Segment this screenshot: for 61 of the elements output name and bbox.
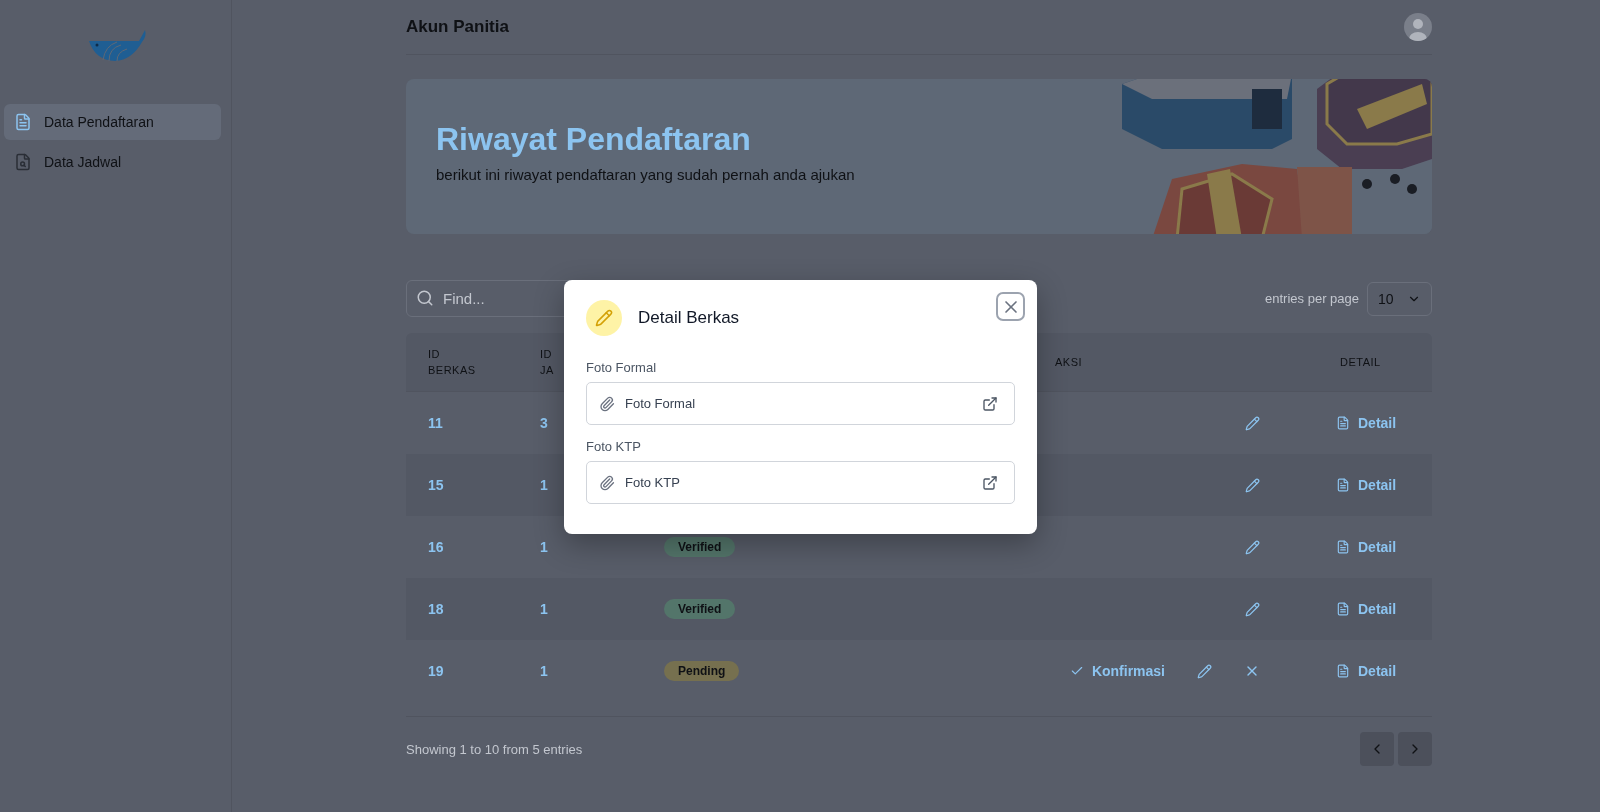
entries-select[interactable]: 10 [1367,281,1432,316]
edit-icon[interactable] [1245,539,1260,555]
detail-link[interactable]: Detail [1336,539,1397,555]
avatar[interactable] [1404,13,1432,41]
confirm-button[interactable]: Konfirmasi [1069,663,1165,679]
edit-icon[interactable] [1245,415,1260,431]
detail-link[interactable]: Detail [1336,601,1397,617]
column-header: AKSI [1054,355,1083,370]
sidebar-label: Data Pendaftaran [44,114,154,130]
detail-link[interactable]: Detail [1336,415,1397,431]
table-cell: 3 [540,415,548,431]
table-cell: 18 [428,601,444,617]
search-icon [416,289,434,307]
table-cell: 1 [540,477,548,493]
document-icon [1336,664,1350,678]
banner-title: Riwayat Pendaftaran [436,121,752,158]
table-cell: 1 [540,539,548,555]
file-field[interactable]: Foto Formal [586,382,1015,425]
edit-icon[interactable] [1245,601,1260,617]
field-label: Foto Formal [586,360,658,375]
sidebar-item[interactable]: Data Pendaftaran [4,104,221,140]
document-icon [1336,540,1350,554]
external-link-icon[interactable] [982,395,998,412]
table-cell: 19 [428,663,444,679]
detail-link[interactable]: Detail [1336,663,1397,679]
paperclip-icon [599,395,615,412]
file-name: Foto KTP [625,475,681,490]
check-icon [1069,664,1084,678]
table-cell: 1 [540,601,548,617]
sidebar-label: Data Jadwal [44,154,122,170]
pencil-icon [586,300,622,336]
banner-subtitle: berikut ini riwayat pendaftaran yang sudah pernah anda ajukan [436,166,856,183]
status-badge: Verified [664,599,736,619]
sidebar-item[interactable]: Data Jadwal [4,144,221,180]
entries-label: entries per page [1265,291,1359,306]
page-title: Akun Panitia [406,17,509,37]
close-button[interactable] [996,292,1025,321]
document-icon [1336,602,1350,616]
document-icon [1336,478,1350,492]
external-link-icon[interactable] [982,474,998,491]
paperclip-icon [599,474,615,491]
status-badge: Verified [664,537,736,557]
file-name: Foto Formal [625,396,697,411]
document-icon [14,113,32,131]
table-cell: 11 [428,415,443,431]
column-header: ID JA [539,347,554,378]
edit-icon[interactable] [1245,477,1260,493]
table-cell: 16 [428,539,444,555]
column-header: DETAIL [1339,355,1381,370]
file-field[interactable]: Foto KTP [586,461,1015,504]
detail-link[interactable]: Detail [1336,477,1397,493]
table-cell: 1 [540,663,548,679]
status-badge: Pending [664,661,740,681]
edit-icon[interactable] [1197,663,1212,679]
document-icon [1336,416,1350,430]
fish-logo [86,28,147,62]
field-label: Foto KTP [586,439,642,454]
column-header: ID BERKAS [427,347,476,378]
table-cell: 15 [428,477,444,493]
document-search-icon [14,153,32,171]
pagination-summary: Showing 1 to 10 from 5 entries [406,741,583,757]
